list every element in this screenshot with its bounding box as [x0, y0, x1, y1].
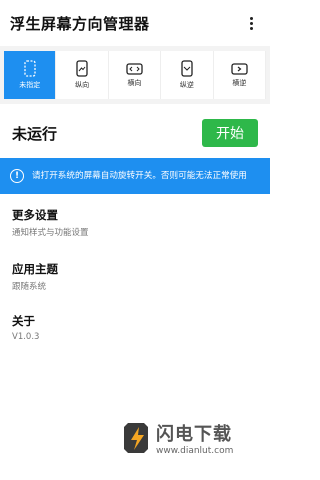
- app-bar: 浮生屏幕方向管理器: [0, 0, 270, 46]
- mode-reverse-portrait[interactable]: 纵逆: [161, 51, 214, 99]
- reverse-portrait-icon: [181, 60, 193, 77]
- mode-label: 纵向: [75, 81, 90, 89]
- mode-label: 横逆: [232, 78, 247, 87]
- more-settings-subtitle: 通知样式与功能设置: [12, 228, 89, 238]
- mode-label: 未指定: [19, 81, 41, 89]
- start-button[interactable]: 开始: [202, 119, 258, 147]
- watermark-brand: 闪电下载: [156, 424, 232, 445]
- landscape-icon: [126, 62, 143, 75]
- app-theme-item[interactable]: 应用主题 跟随系统: [12, 261, 258, 292]
- more-settings-title: 更多设置: [12, 208, 58, 222]
- mode-reverse-landscape[interactable]: 横逆: [213, 51, 267, 99]
- service-status: 未运行: [12, 124, 58, 143]
- mode-label: 横向: [127, 78, 142, 87]
- rotation-notice-banner[interactable]: ! 请打开系统的屏幕自动旋转开关。否则可能无法正常使用: [0, 158, 270, 194]
- more-settings-item[interactable]: 更多设置 通知样式与功能设置: [12, 207, 258, 238]
- portrait-icon: [76, 60, 88, 77]
- orientation-mode-bar: 未指定 纵向 横向 纵逆 横逆: [0, 46, 270, 104]
- watermark: 闪电下载 www.dianlut.com: [122, 414, 262, 462]
- more-options-icon[interactable]: [242, 12, 260, 34]
- mode-label: 纵逆: [179, 81, 194, 89]
- reverse-landscape-icon: [231, 62, 248, 75]
- mode-unspecified[interactable]: 未指定: [4, 51, 57, 99]
- about-item[interactable]: 关于 V1.0.3: [12, 313, 258, 342]
- unspecified-icon: [24, 60, 36, 77]
- notice-text: 请打开系统的屏幕自动旋转开关。否则可能无法正常使用: [32, 171, 247, 181]
- app-theme-title: 应用主题: [12, 262, 58, 276]
- info-icon: !: [10, 169, 24, 183]
- mode-landscape[interactable]: 横向: [108, 51, 162, 99]
- app-theme-subtitle: 跟随系统: [12, 282, 47, 292]
- app-version: V1.0.3: [12, 332, 40, 342]
- watermark-url: www.dianlut.com: [156, 446, 234, 456]
- about-title: 关于: [12, 314, 35, 328]
- lightning-logo-icon: [124, 423, 148, 453]
- service-status-row: 未运行 开始: [0, 112, 270, 154]
- app-title: 浮生屏幕方向管理器: [10, 14, 150, 33]
- mode-portrait[interactable]: 纵向: [56, 51, 109, 99]
